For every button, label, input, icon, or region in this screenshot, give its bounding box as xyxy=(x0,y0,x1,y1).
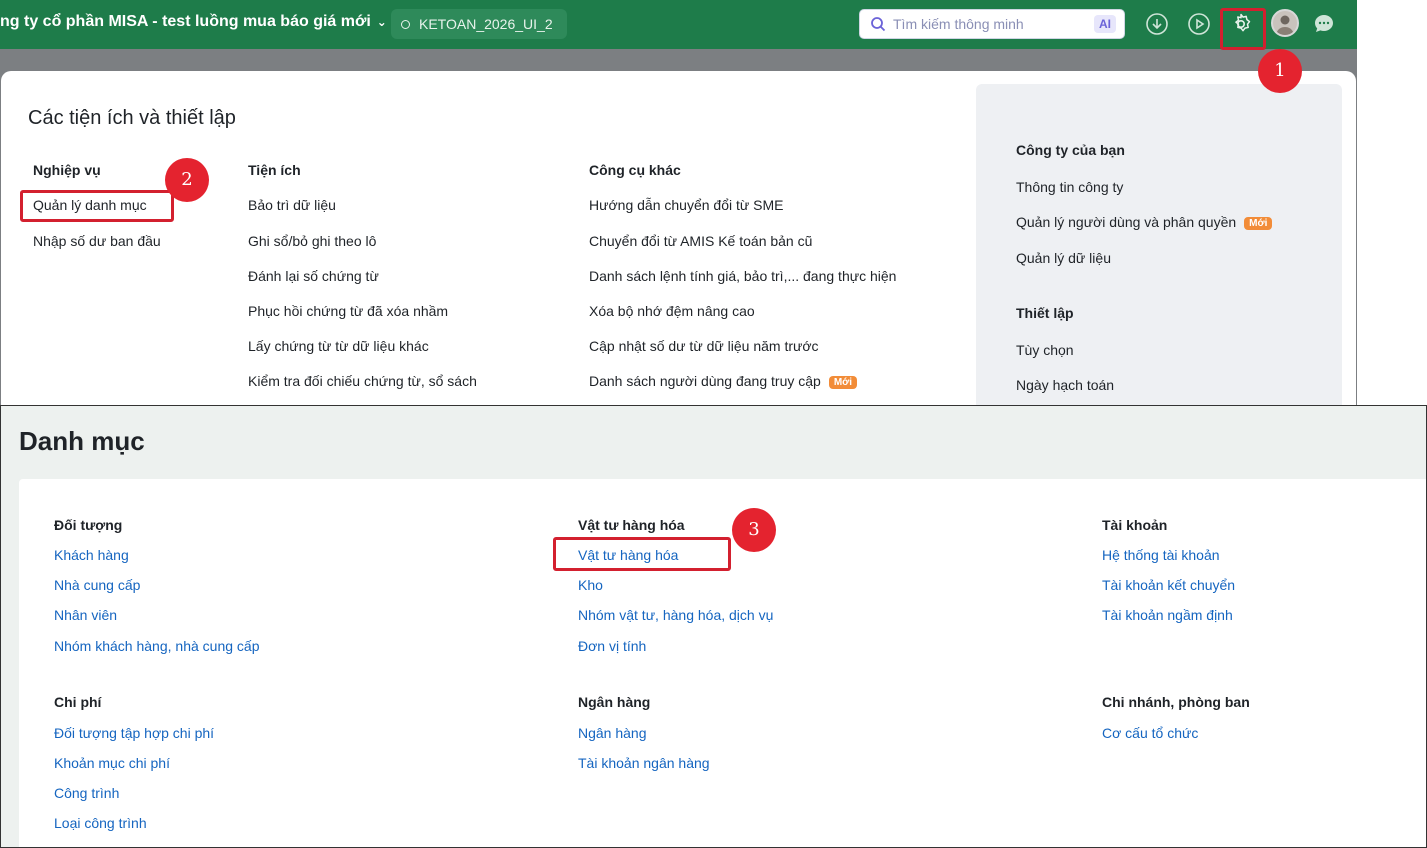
menu-item-cong-cu[interactable]: Xóa bộ nhớ đệm nâng cao xyxy=(589,303,755,319)
ngan-hang-heading: Ngân hàng xyxy=(578,694,651,710)
chat-icon[interactable] xyxy=(1312,12,1336,36)
database-status-icon xyxy=(401,20,410,29)
new-badge: Mới xyxy=(1244,217,1273,230)
menu-item-cong-cu[interactable]: Hướng dẫn chuyển đổi từ SME xyxy=(589,197,783,213)
search-icon xyxy=(871,17,886,32)
menu-item-quan-ly-nguoi-dung[interactable]: Quản lý người dùng và phân quyền Mới xyxy=(1016,214,1273,230)
link-nhan-vien[interactable]: Nhân viên xyxy=(54,607,117,623)
step-marker-1: 1 xyxy=(1258,49,1302,93)
menu-item-tien-ich[interactable]: Phục hồi chứng từ đã xóa nhầm xyxy=(248,303,448,319)
user-icon xyxy=(1276,15,1294,35)
settings-modal: Các tiện ích và thiết lập Nghiệp vụ Quản… xyxy=(1,71,1356,406)
step-marker-3: 3 xyxy=(732,508,776,552)
chi-phi-heading: Chi phí xyxy=(54,694,102,710)
link-he-thong-tai-khoan[interactable]: Hệ thống tài khoản xyxy=(1102,547,1220,563)
highlight-vat-tu-hang-hoa xyxy=(553,537,731,571)
link-nhom-khach-hang[interactable]: Nhóm khách hàng, nhà cung cấp xyxy=(54,638,259,654)
highlight-quan-ly-danh-muc xyxy=(20,190,174,222)
menu-item-quan-ly-du-lieu[interactable]: Quản lý dữ liệu xyxy=(1016,250,1111,266)
menu-item-thong-tin-cong-ty[interactable]: Thông tin công ty xyxy=(1016,179,1123,195)
danh-muc-screenshot: Danh mục Đối tượng Khách hàng Nhà cung c… xyxy=(0,405,1427,848)
chevron-down-icon: ⌄ xyxy=(376,15,387,29)
smart-search-input[interactable]: Tìm kiếm thông minh AI xyxy=(859,9,1125,39)
link-kho[interactable]: Kho xyxy=(578,577,603,593)
menu-item-tuy-chon[interactable]: Tùy chọn xyxy=(1016,342,1074,358)
link-ngan-hang[interactable]: Ngân hàng xyxy=(578,725,647,741)
page-title: Danh mục xyxy=(19,426,145,456)
link-cong-trinh[interactable]: Công trình xyxy=(54,785,119,801)
link-doi-tuong-chi-phi[interactable]: Đối tượng tập hợp chi phí xyxy=(54,725,214,741)
company-selector[interactable]: ng ty cổ phần MISA - test luồng mua báo … xyxy=(0,13,387,31)
link-khach-hang[interactable]: Khách hàng xyxy=(54,547,129,563)
highlight-gear-button xyxy=(1220,8,1266,50)
link-nha-cung-cap[interactable]: Nhà cung cấp xyxy=(54,577,140,593)
menu-item-cong-cu[interactable]: Danh sách người dùng đang truy cập Mới xyxy=(589,373,858,389)
menu-item-tien-ich[interactable]: Bảo trì dữ liệu xyxy=(248,197,336,213)
menu-item-tien-ich[interactable]: Đánh lại số chứng từ xyxy=(248,268,379,284)
tai-khoan-heading: Tài khoản xyxy=(1102,517,1168,533)
link-co-cau-to-chuc[interactable]: Cơ cấu tổ chức xyxy=(1102,725,1198,741)
menu-item-nhap-so-du[interactable]: Nhập số dư ban đầu xyxy=(33,233,161,249)
link-nhom-vat-tu[interactable]: Nhóm vật tư, hàng hóa, dịch vụ xyxy=(578,607,773,623)
avatar[interactable] xyxy=(1271,9,1299,37)
top-bar: ng ty cổ phần MISA - test luồng mua báo … xyxy=(0,0,1357,49)
company-heading: Công ty của bạn xyxy=(1016,142,1125,158)
nghiep-vu-heading: Nghiệp vụ xyxy=(33,162,101,178)
settings-screenshot: ng ty cổ phần MISA - test luồng mua báo … xyxy=(0,0,1357,406)
chi-nhanh-heading: Chi nhánh, phòng ban xyxy=(1102,694,1250,710)
database-selector[interactable]: KETOAN_2026_UI_2 xyxy=(391,9,567,39)
link-khoan-muc-chi-phi[interactable]: Khoản mục chi phí xyxy=(54,755,170,771)
menu-item-cong-cu[interactable]: Danh sách lệnh tính giá, bảo trì,... đan… xyxy=(589,268,896,284)
menu-item-ngay-hach-toan[interactable]: Ngày hạch toán xyxy=(1016,377,1114,393)
link-don-vi-tinh[interactable]: Đơn vị tính xyxy=(578,638,646,654)
link-tai-khoan-ngan-hang[interactable]: Tài khoản ngân hàng xyxy=(578,755,710,771)
menu-item-tien-ich[interactable]: Lấy chứng từ từ dữ liệu khác xyxy=(248,338,429,354)
ai-badge: AI xyxy=(1094,15,1116,33)
link-tai-khoan-ngam-dinh[interactable]: Tài khoản ngầm định xyxy=(1102,607,1233,623)
menu-item-tien-ich[interactable]: Kiểm tra đối chiếu chứng từ, sổ sách xyxy=(248,373,477,389)
menu-item-label: Danh sách người dùng đang truy cập xyxy=(589,373,821,389)
search-placeholder: Tìm kiếm thông minh xyxy=(893,16,1024,32)
download-icon[interactable] xyxy=(1145,12,1169,36)
menu-item-cong-cu[interactable]: Chuyển đổi từ AMIS Kế toán bản cũ xyxy=(589,233,812,249)
doi-tuong-heading: Đối tượng xyxy=(54,517,123,533)
database-name: KETOAN_2026_UI_2 xyxy=(419,16,553,32)
menu-item-label: Quản lý người dùng và phân quyền xyxy=(1016,214,1237,230)
company-settings-panel: Công ty của bạn Thông tin công ty Quản l… xyxy=(976,84,1342,406)
play-icon[interactable] xyxy=(1187,12,1211,36)
vat-tu-heading: Vật tư hàng hóa xyxy=(578,517,685,533)
tien-ich-heading: Tiện ích xyxy=(248,162,301,178)
link-tai-khoan-ket-chuyen[interactable]: Tài khoản kết chuyển xyxy=(1102,577,1235,593)
modal-title: Các tiện ích và thiết lập xyxy=(28,107,236,129)
cong-cu-khac-heading: Công cụ khác xyxy=(589,162,681,178)
link-loai-cong-trinh[interactable]: Loại công trình xyxy=(54,815,147,831)
company-name: ng ty cổ phần MISA - test luồng mua báo … xyxy=(0,13,371,30)
step-marker-2: 2 xyxy=(165,158,209,202)
menu-item-tien-ich[interactable]: Ghi sổ/bỏ ghi theo lô xyxy=(248,233,376,249)
new-badge: Mới xyxy=(828,376,858,389)
menu-item-cong-cu[interactable]: Cập nhật số dư từ dữ liệu năm trước xyxy=(589,338,819,354)
settings-heading: Thiết lập xyxy=(1016,305,1074,321)
danh-muc-card: Đối tượng Khách hàng Nhà cung cấp Nhân v… xyxy=(19,479,1426,847)
